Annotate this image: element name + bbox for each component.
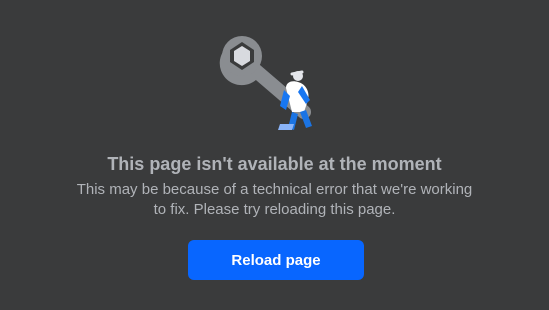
error-page: This page isn't available at the moment … <box>0 0 549 310</box>
error-title: This page isn't available at the moment <box>107 154 442 174</box>
error-message-line-2: to fix. Please try reloading this page. <box>153 201 396 218</box>
wrench-with-person-icon <box>218 26 330 136</box>
reload-page-button[interactable]: Reload page <box>188 240 364 280</box>
error-message: This may be because of a technical error… <box>40 180 509 220</box>
error-message-line-1: This may be because of a technical error… <box>76 181 473 198</box>
